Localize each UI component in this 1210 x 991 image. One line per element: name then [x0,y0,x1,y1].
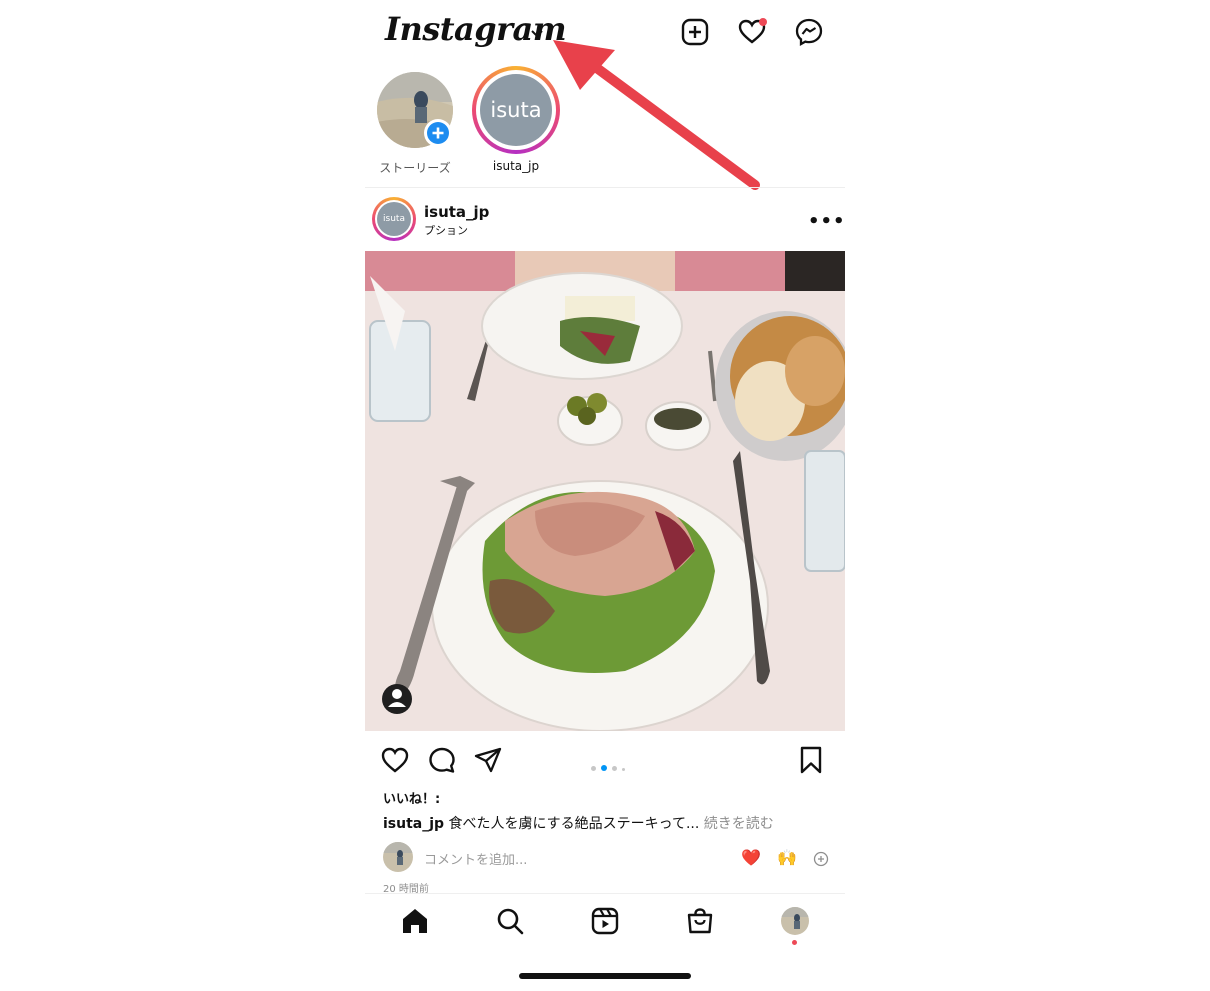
plus-circle-icon [427,122,449,144]
messenger-icon[interactable] [795,18,823,46]
reels-icon[interactable] [590,906,620,936]
search-icon[interactable] [495,906,525,936]
likes-label[interactable]: いいね！: [383,788,440,807]
more-options-icon[interactable]: ••• [808,211,846,232]
food-photo-illustration [365,251,845,731]
add-emoji-icon[interactable] [813,851,829,867]
carousel-dot-active [601,765,607,771]
caption-more-link[interactable]: 続きを読む [704,816,774,832]
caption-username[interactable]: isuta_jp [383,816,444,832]
comment-icon[interactable] [427,745,457,775]
heart-emoji-button[interactable]: ❤️ [741,848,761,867]
carousel-dot [612,766,617,771]
share-icon[interactable] [473,745,503,775]
carousel-indicator [591,756,630,775]
profile-avatar[interactable] [781,907,809,935]
post-username[interactable]: isuta_jp [424,203,489,221]
profile-notification-dot [792,940,797,945]
home-icon[interactable] [400,906,430,936]
post-caption: isuta_jp 食べた人を虜にする絶品ステーキって... 続きを読む [383,813,774,833]
post-avatar[interactable]: isuta [377,202,411,236]
add-story-badge[interactable] [424,119,452,147]
shop-icon[interactable] [685,906,715,936]
carousel-dot [622,768,625,771]
save-bookmark-icon[interactable] [796,745,826,775]
comment-avatar [383,842,413,872]
post-photo[interactable] [365,251,845,731]
caption-text: 食べた人を虜にする絶品ステーキって... [448,816,700,832]
notification-dot [759,18,767,26]
like-icon[interactable] [380,745,410,775]
post-subtitle: プション [424,224,468,237]
raised-hands-emoji-button[interactable]: 🙌 [777,848,797,867]
story-avatar-isuta[interactable]: isuta [480,74,552,146]
stories-divider [365,187,845,188]
home-indicator [519,973,691,979]
annotation-arrow [553,40,760,190]
carousel-dot [591,766,596,771]
comment-input[interactable]: コメントを追加... [424,849,527,868]
chevron-down-icon[interactable] [530,26,544,40]
story-label-isuta: isuta_jp [492,159,540,173]
